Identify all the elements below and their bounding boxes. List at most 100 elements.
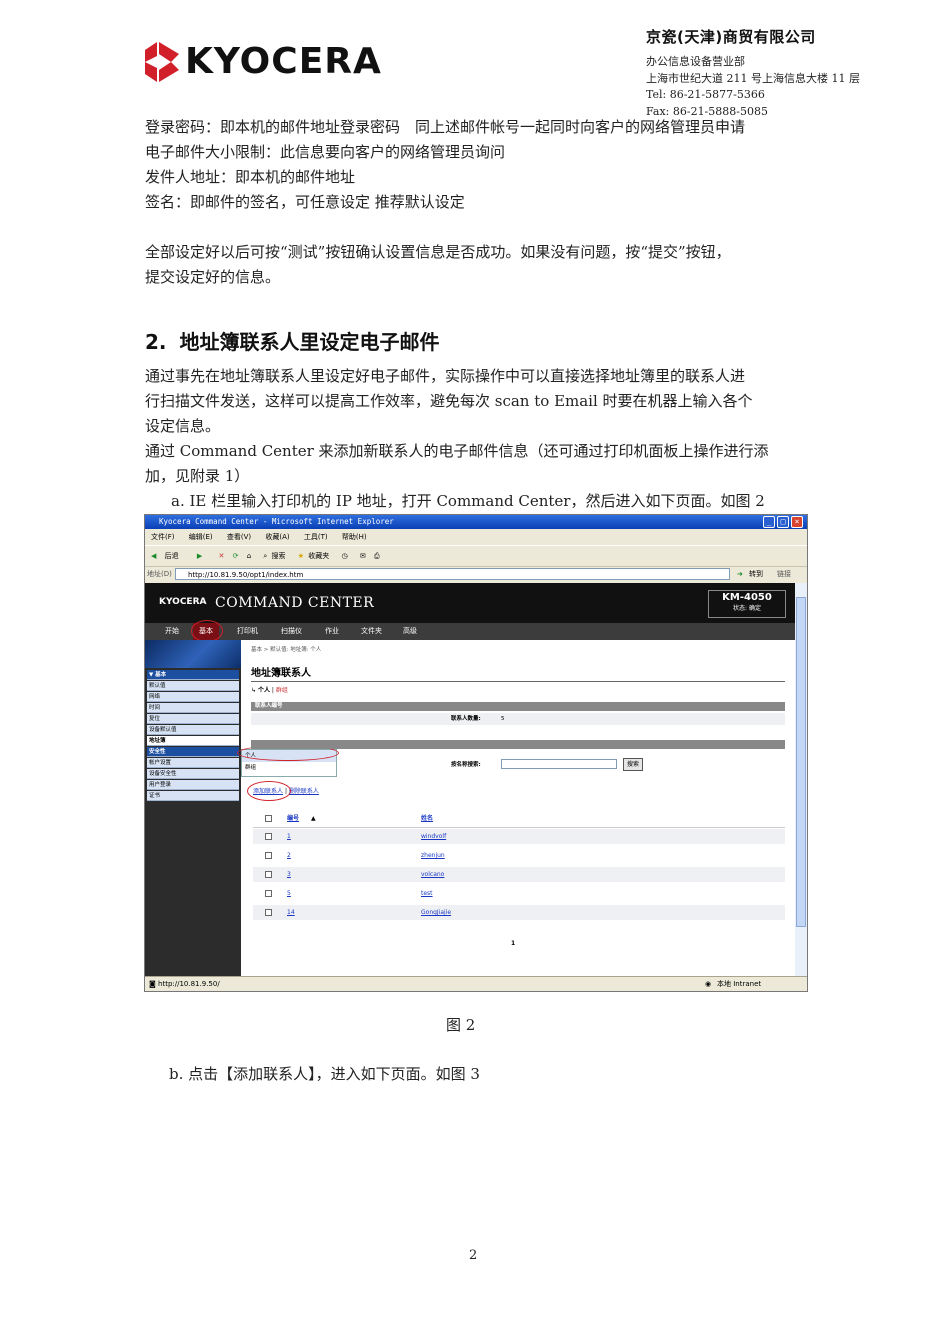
back-icon[interactable]: ◀ [151,552,156,560]
delete-contact-link[interactable]: 删除联系人 [289,788,319,795]
text-line: 电子邮件大小限制：此信息要向客户的网络管理员询问 [145,143,506,161]
sidebar-item-certificates[interactable]: 证书 [147,791,239,801]
step-a: a. IE 栏里输入打印机的 IP 地址，打开 Command Center，然… [171,492,765,510]
row-checkbox[interactable] [265,852,272,859]
subnav-personal[interactable]: 个人 [258,687,270,694]
history-icon[interactable]: ◷ [342,552,348,560]
row-name[interactable]: windvolf [421,829,446,844]
select-all-checkbox[interactable] [265,815,272,822]
row-number[interactable]: 14 [287,905,295,920]
menu-help[interactable]: 帮助(H) [342,533,367,541]
section-bar: 联系人编号 [251,702,785,711]
cc-title: COMMAND CENTER [215,595,375,611]
row-number[interactable]: 3 [287,867,291,882]
section-number: 2. [145,330,167,354]
back-button[interactable]: 后退 [165,552,179,560]
print-icon[interactable]: ⎙ [374,552,380,560]
intro-paragraph: 登录密码：即本机的邮件地址登录密码 同上述邮件帐号一起同时向客户的网络管理员申请… [145,115,815,215]
stop-icon[interactable]: ✕ [218,552,224,560]
tab-jobs[interactable]: 作业 [325,623,339,640]
figure-caption: 图 2 [446,1016,476,1034]
tab-advanced[interactable]: 高级 [403,623,417,640]
text-line: 提交设定好的信息。 [145,268,281,286]
divider [253,827,785,828]
mail-icon[interactable]: ✉ [360,552,366,560]
page-indicator[interactable]: 1 [511,940,515,947]
text-line: 签名：即邮件的签名，可任意设定 推荐默认设定 [145,193,465,211]
row-number[interactable]: 5 [287,886,291,901]
links-button[interactable]: 链接 [777,566,791,582]
address: 上海市世纪大道 211 号上海信息大楼 11 层 [646,71,860,85]
scrollbar-thumb[interactable] [796,597,806,927]
menu-favorites[interactable]: 收藏(A) [265,533,289,541]
subnav-group[interactable]: 群组 [276,687,288,694]
cc-brand: KYOCERA [159,597,207,607]
sidebar-item-device-security[interactable]: 设备安全性 [147,769,239,779]
name-search-button[interactable]: 搜索 [623,758,644,771]
row-name[interactable]: volcano [421,867,444,882]
favorites-button[interactable]: 收藏夹 [308,552,329,560]
menu-file[interactable]: 文件(F) [151,533,175,541]
favorites-icon[interactable]: ★ [298,552,304,560]
browser-screenshot: Kyocera Command Center - Microsoft Inter… [144,514,808,992]
maximize-icon[interactable]: □ [777,516,789,528]
sidebar-item-security[interactable]: 安全性 [147,747,239,757]
search-button[interactable]: 搜索 [272,552,286,560]
company-name: 京瓷(天津)商贸有限公司 [646,28,816,46]
sidebar-item-time[interactable]: 时间 [147,703,239,713]
refresh-icon[interactable]: ⟳ [233,552,239,560]
row-checkbox[interactable] [265,871,272,878]
section-paragraph: 通过事先在地址簿联系人里设定好电子邮件，实际操作中可以直接选择地址簿里的联系人进… [145,364,815,514]
minimize-icon[interactable]: _ [763,516,775,528]
row-name[interactable]: GongJiajie [421,905,451,920]
section-title: 地址簿联系人里设定电子邮件 [179,330,440,354]
row-checkbox[interactable] [265,833,272,840]
menu-view[interactable]: 查看(V) [227,533,251,541]
sort-ascending-icon[interactable]: ▲ [311,811,316,826]
go-button[interactable]: 转到 [749,566,763,582]
security-zone: 本地 Intranet [717,980,762,988]
forward-icon[interactable]: ▶ [197,552,202,560]
col-name[interactable]: 姓名 [421,811,433,826]
tab-folders[interactable]: 文件夹 [361,623,382,640]
sidebar-item-user-login[interactable]: 用户登录 [147,780,239,790]
tab-start[interactable]: 开始 [165,623,179,640]
sidebar-item-device-defaults[interactable]: 设备默认值 [147,725,239,735]
sidebar-item-defaults[interactable]: 默认值 [147,681,239,691]
row-number[interactable]: 1 [287,829,291,844]
text-line: 加，见附录 1） [145,467,250,485]
name-search-input[interactable] [501,759,617,769]
menu-edit[interactable]: 编辑(E) [189,533,213,541]
sidebar-item-account[interactable]: 帐户设置 [147,758,239,768]
address-input[interactable]: http://10.81.9.50/opt1/index.htm [175,568,730,580]
go-icon[interactable]: ➜ [737,566,743,582]
page-number: 2 [469,1248,478,1263]
address-bar: 地址(D) http://10.81.9.50/opt1/index.htm ➜… [145,566,807,582]
close-icon[interactable]: × [791,516,803,528]
sidebar-item-address-book[interactable]: 地址簿 [147,736,239,746]
page-title: 地址簿联系人 [251,668,311,679]
step-b-paragraph: b. 点击【添加联系人】，进入如下页面。如图 3 [145,1062,815,1087]
sidebar-banner [145,640,241,668]
divider [251,681,785,682]
vertical-scrollbar[interactable] [795,583,807,976]
sidebar-item-network[interactable]: 网络 [147,692,239,702]
row-name[interactable]: test [421,886,433,901]
menu-tools[interactable]: 工具(T) [304,533,328,541]
sidebar-item-reset[interactable]: 复位 [147,714,239,724]
row-name[interactable]: zhenjun [421,848,445,863]
home-icon[interactable]: ⌂ [247,552,251,560]
count-label: 联系人数量: [451,716,481,722]
tab-scanner[interactable]: 扫描仪 [281,623,302,640]
col-number[interactable]: 编号 [287,811,299,826]
intranet-icon: ◉ [705,980,712,988]
tab-printer[interactable]: 打印机 [237,623,258,640]
text-line: 全部设定好以后可按“测试”按钮确认设置信息是否成功。如果没有问题，按“提交”按钮… [145,243,731,261]
status-url: http://10.81.9.50/ [158,980,220,988]
row-number[interactable]: 2 [287,848,291,863]
window-titlebar: Kyocera Command Center - Microsoft Inter… [145,515,807,529]
search-icon[interactable]: ⌕ [263,552,267,560]
row-checkbox[interactable] [265,890,272,897]
row-checkbox[interactable] [265,909,272,916]
sidebar-item-basic[interactable]: ▼ 基本 [147,670,239,680]
